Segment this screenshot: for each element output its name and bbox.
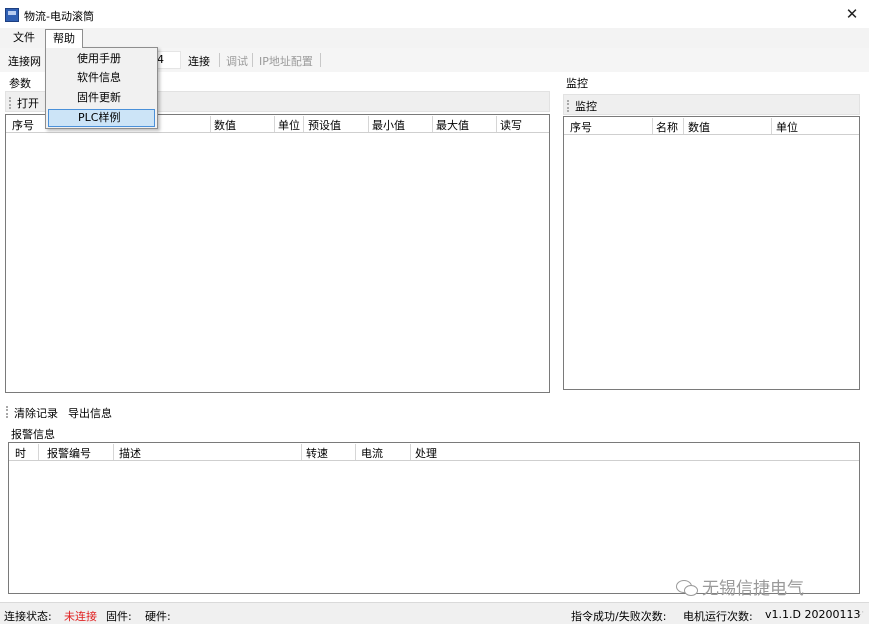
col-divider[interactable] (771, 118, 772, 134)
ip-config-button[interactable]: IP地址配置 (259, 53, 313, 69)
col-alarm-code[interactable]: 报警编号 (47, 445, 91, 461)
menu-bar: 文件 帮助 (0, 28, 869, 48)
col-divider[interactable] (355, 444, 356, 460)
export-info-button[interactable]: 导出信息 (68, 405, 112, 421)
alarm-grid-header: 时 报警编号 描述 转速 电流 处理 (9, 443, 859, 461)
app-icon (5, 8, 19, 22)
connection-status-label: 连接状态: (4, 610, 52, 623)
hardware-label: 硬件: (145, 610, 171, 623)
watermark: 无锡信捷电气 (676, 574, 804, 599)
motor-runs-label: 电机运行次数: (683, 610, 753, 623)
toolbar-divider (320, 53, 321, 67)
col-speed[interactable]: 转速 (306, 445, 328, 461)
col-divider[interactable] (432, 116, 433, 132)
col-name[interactable]: 名称 (656, 119, 678, 135)
col-divider[interactable] (303, 116, 304, 132)
menu-file[interactable]: 文件 (6, 28, 42, 48)
log-toolstrip-grip[interactable] (6, 406, 8, 418)
col-unit[interactable]: 单位 (278, 117, 300, 133)
col-time[interactable]: 时 (15, 445, 26, 461)
col-description[interactable]: 描述 (119, 445, 141, 461)
connect-button[interactable]: 连接 (188, 53, 210, 69)
col-divider[interactable] (38, 444, 39, 460)
col-divider[interactable] (368, 116, 369, 132)
col-divider[interactable] (683, 118, 684, 134)
status-bar: 连接状态: 未连接 固件: 硬件: 指令成功/失败次数: 电机运行次数: v1.… (0, 602, 869, 624)
col-unit[interactable]: 单位 (776, 119, 798, 135)
connection-status-value: 未连接 (64, 610, 97, 623)
menu-item-plc-sample[interactable]: PLC样例 (48, 109, 155, 127)
col-divider[interactable] (210, 116, 211, 132)
open-button[interactable]: 打开 (17, 95, 39, 111)
col-rw[interactable]: 读写 (500, 117, 522, 133)
toolstrip-grip[interactable] (9, 97, 11, 109)
col-current[interactable]: 电流 (361, 445, 383, 461)
col-divider[interactable] (274, 116, 275, 132)
col-divider[interactable] (301, 444, 302, 460)
menu-item-user-manual[interactable]: 使用手册 (48, 50, 155, 68)
help-dropdown-menu: 使用手册 软件信息 固件更新 PLC样例 (45, 47, 158, 129)
clear-log-button[interactable]: 清除记录 (14, 405, 58, 421)
col-divider[interactable] (652, 118, 653, 134)
col-handling[interactable]: 处理 (415, 445, 437, 461)
col-value[interactable]: 数值 (214, 117, 236, 133)
col-max[interactable]: 最大值 (436, 117, 469, 133)
version-label: v1.1.D 20200113 (765, 608, 861, 621)
alarm-title: 报警信息 (11, 428, 55, 441)
col-preset[interactable]: 预设值 (308, 117, 341, 133)
window-title: 物流-电动滚筒 (24, 10, 94, 23)
firmware-label: 固件: (106, 610, 132, 623)
col-index[interactable]: 序号 (570, 119, 592, 135)
monitor-button[interactable]: 监控 (575, 98, 597, 114)
col-divider[interactable] (496, 116, 497, 132)
close-icon[interactable]: ✕ (844, 6, 860, 22)
params-grid[interactable]: 序号 数值 单位 预设值 最小值 最大值 读写 (5, 114, 550, 393)
wechat-icon (676, 580, 698, 596)
monitor-grid-header: 序号 名称 数值 单位 (564, 117, 859, 135)
params-title: 参数 (9, 77, 31, 90)
title-bar: 物流-电动滚筒 ✕ (0, 0, 869, 28)
col-divider[interactable] (410, 444, 411, 460)
alarm-grid[interactable]: 时 报警编号 描述 转速 电流 处理 (8, 442, 860, 594)
col-divider[interactable] (113, 444, 114, 460)
toolbar-divider (219, 53, 220, 67)
col-min[interactable]: 最小值 (372, 117, 405, 133)
command-stats-label: 指令成功/失败次数: (571, 610, 667, 623)
watermark-text: 无锡信捷电气 (702, 579, 804, 599)
menu-item-firmware-update[interactable]: 固件更新 (48, 89, 155, 107)
col-index[interactable]: 序号 (12, 117, 34, 133)
resize-grip-icon[interactable]: ⋰ (856, 610, 866, 620)
connect-network-label: 连接网 (8, 55, 41, 68)
menu-help[interactable]: 帮助 (45, 29, 83, 48)
monitor-toolstrip: 监控 (563, 94, 860, 115)
col-value[interactable]: 数值 (688, 119, 710, 135)
monitor-grid[interactable]: 序号 名称 数值 单位 (563, 116, 860, 390)
debug-button[interactable]: 调试 (226, 53, 248, 69)
main-window: 物流-电动滚筒 ✕ 文件 帮助 连接网 54 连接 调试 IP地址配置 参数 打… (0, 0, 869, 624)
toolstrip-grip[interactable] (567, 100, 569, 112)
toolbar-divider (252, 53, 253, 67)
monitor-title: 监控 (566, 77, 588, 90)
menu-item-software-info[interactable]: 软件信息 (48, 69, 155, 87)
